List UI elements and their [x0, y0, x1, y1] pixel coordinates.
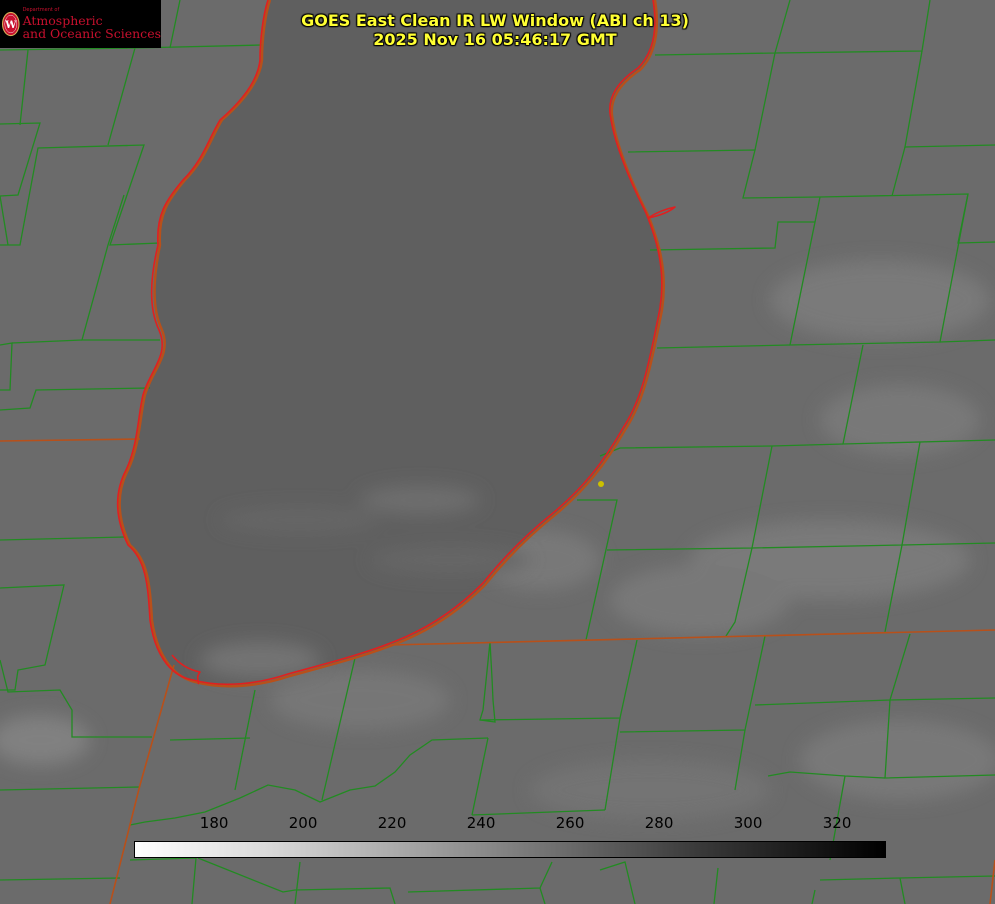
location-marker: [598, 481, 604, 487]
colorbar-tick-labels: 180 200 220 240 260 280 300 320: [134, 814, 886, 840]
image-title: GOES East Clean IR LW Window (ABI ch 13)…: [0, 11, 995, 49]
title-product: GOES East Clean IR LW Window (ABI ch 13): [301, 11, 689, 30]
colorbar-tick-180: 180: [199, 814, 229, 832]
colorbar-tick-280: 280: [644, 814, 674, 832]
colorbar-tick-200: 200: [288, 814, 318, 832]
colorbar-tick-300: 300: [733, 814, 763, 832]
colorbar-tick-220: 220: [377, 814, 407, 832]
colorbar-tick-260: 260: [555, 814, 585, 832]
satellite-image-viewer: W Department of Atmospheric and Oceanic …: [0, 0, 995, 904]
colorbar-tick-320: 320: [822, 814, 852, 832]
title-timestamp: 2025 Nov 16 05:46:17 GMT: [373, 30, 617, 49]
brightness-temperature-colorbar: [134, 841, 886, 858]
ir-satellite-map: [0, 0, 995, 904]
colorbar-tick-240: 240: [466, 814, 496, 832]
